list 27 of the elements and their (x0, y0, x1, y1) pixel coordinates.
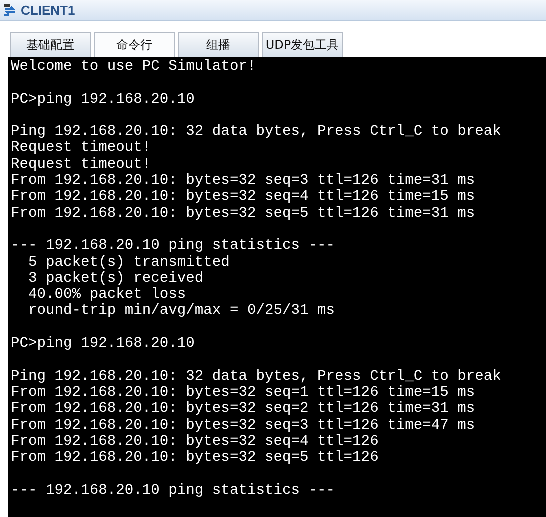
console-line: Request timeout! (11, 140, 152, 157)
console-line: round-trip min/avg/max = 0/25/31 ms (28, 303, 336, 320)
console-line: From 192.168.20.10: bytes=32 seq=3 ttl=126 time=47 ms (11, 418, 476, 434)
console-line: From 192.168.20.10: bytes=32 seq=5 ttl=126 (11, 450, 379, 466)
network-icon (3, 3, 17, 17)
console-line: Ping 192.168.20.10: 32 data bytes, Press Ctrl_C to break (11, 368, 502, 385)
console-line: Request timeout! (11, 156, 152, 174)
console-line: From 192.168.20.10: bytes=32 seq=3 ttl=126 time=31 ms (11, 173, 476, 190)
console-line: Welcome to use PC Simulator! (11, 59, 256, 76)
tab[interactable]: 组播 (178, 32, 259, 57)
console-line: 5 packet(s) transmitted (28, 254, 230, 271)
console-line: 3 packet(s) received (28, 270, 204, 287)
tab[interactable]: 命令行 (94, 32, 175, 57)
window-title: CLIENT1 (21, 2, 76, 18)
console-line: 40.00% packet loss (28, 287, 186, 304)
console-line: --- 192.168.20.10 ping statistics --- (11, 238, 336, 255)
console-line: From 192.168.20.10: bytes=32 seq=4 ttl=126 (11, 434, 379, 450)
console-line: PC>ping 192.168.20.10 (11, 336, 195, 352)
console-line: Ping 192.168.20.10: 32 data bytes, Press Ctrl_C to break (11, 124, 502, 140)
tab[interactable]: UDP发包工具 (262, 32, 343, 57)
console-line: From 192.168.20.10: bytes=32 seq=2 ttl=126 time=31 ms (11, 401, 476, 418)
tab[interactable]: 基础配置 (10, 32, 91, 57)
console-line: PC>ping 192.168.20.10 (11, 92, 195, 108)
console-line: From 192.168.20.10: bytes=32 seq=4 ttl=126 time=15 ms (11, 189, 476, 206)
console-line: From 192.168.20.10: bytes=32 seq=1 ttl=126 time=15 ms (11, 384, 476, 401)
console-line: --- 192.168.20.10 ping statistics --- (11, 482, 336, 500)
console-line: From 192.168.20.10: bytes=32 seq=5 ttl=126 time=31 ms (11, 206, 476, 222)
